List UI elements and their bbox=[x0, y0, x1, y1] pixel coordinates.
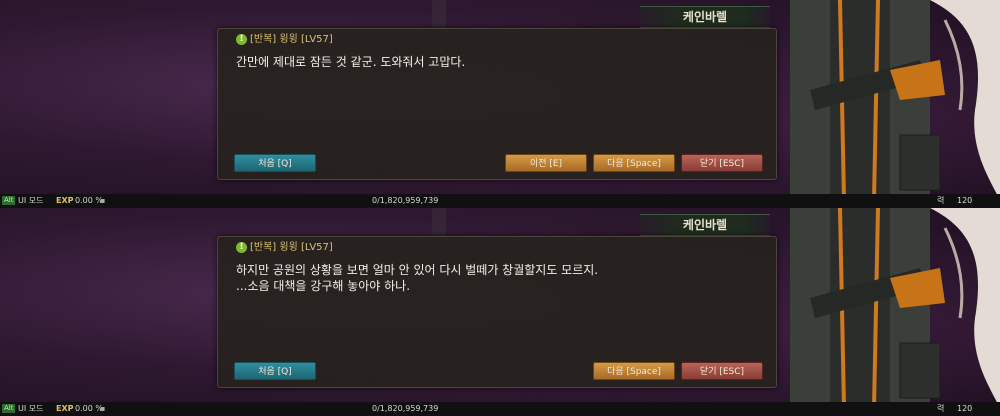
exp-label: EXP bbox=[56, 404, 74, 413]
prev-button[interactable]: 이전 [E] bbox=[505, 154, 587, 172]
close-button[interactable]: 닫기 [ESC] bbox=[681, 362, 763, 380]
stat-value: 120 bbox=[957, 404, 973, 413]
quest-label: [반복] 윙윙 [LV57] bbox=[250, 34, 333, 45]
quest-exclamation-icon: ! bbox=[236, 241, 247, 253]
dialogue-line: ...소음 대책을 강구해 놓아야 하나. bbox=[236, 279, 411, 293]
exp-total: 0/1,820,959,739 bbox=[372, 404, 439, 413]
exp-total: 0/1,820,959,739 bbox=[372, 196, 439, 205]
quest-exclamation-icon: ! bbox=[236, 33, 247, 45]
background-pole bbox=[432, 0, 446, 30]
exp-percent: 0.00 % bbox=[75, 196, 103, 205]
npc-portrait bbox=[790, 208, 1000, 408]
npc-nameplate: 케인바렐 bbox=[640, 214, 770, 236]
stat-label: 력 bbox=[937, 196, 945, 205]
first-button[interactable]: 처음 [Q] bbox=[234, 154, 316, 172]
ui-mode-label[interactable]: UI 모드 bbox=[18, 194, 43, 208]
status-bar: Alt UI 모드 EXP 0.00 % ▪ 0/1,820,959,739 력… bbox=[0, 194, 1000, 208]
exp-bar-marker-icon: ▪ bbox=[100, 196, 106, 205]
quest-label: [반복] 윙윙 [LV57] bbox=[250, 242, 333, 253]
dialogue-scene-1: 케인바렐 ! [반복] 윙윙 [LV57] 간만에 제대로 잠든 것 같군. 도와… bbox=[0, 0, 1000, 208]
alt-key-tag[interactable]: Alt bbox=[2, 196, 16, 205]
dialogue-scene-2: 케인바렐 ! [반복] 윙윙 [LV57] 하지만 공원의 상황을 보면 얼마 안… bbox=[0, 208, 1000, 416]
stat-label: 력 bbox=[937, 404, 945, 413]
close-button[interactable]: 닫기 [ESC] bbox=[681, 154, 763, 172]
status-bar: Alt UI 모드 EXP 0.00 % ▪ 0/1,820,959,739 력… bbox=[0, 402, 1000, 416]
alt-key-tag[interactable]: Alt bbox=[2, 404, 16, 413]
npc-name: 케인바렐 bbox=[682, 218, 728, 232]
npc-portrait bbox=[790, 0, 1000, 200]
dialogue-box: ! [반복] 윙윙 [LV57] 하지만 공원의 상황을 보면 얼마 안 있어 다… bbox=[217, 236, 777, 388]
quest-title: ! [반복] 윙윙 [LV57] bbox=[236, 241, 333, 255]
exp-percent: 0.00 % bbox=[75, 404, 103, 413]
quest-title: ! [반복] 윙윙 [LV57] bbox=[236, 33, 333, 47]
dialogue-line: 간만에 제대로 잠든 것 같군. 도와줘서 고맙다. bbox=[236, 55, 466, 69]
exp-bar-marker-icon: ▪ bbox=[100, 404, 106, 413]
next-button[interactable]: 다음 [Space] bbox=[593, 362, 675, 380]
ui-mode-label[interactable]: UI 모드 bbox=[18, 402, 43, 416]
dialogue-line: 하지만 공원의 상황을 보면 얼마 안 있어 다시 벌떼가 창궐할지도 모르지. bbox=[236, 263, 599, 277]
next-button[interactable]: 다음 [Space] bbox=[593, 154, 675, 172]
npc-nameplate: 케인바렐 bbox=[640, 6, 770, 28]
dialogue-box: ! [반복] 윙윙 [LV57] 간만에 제대로 잠든 것 같군. 도와줘서 고맙… bbox=[217, 28, 777, 180]
exp-label: EXP bbox=[56, 196, 74, 205]
first-button[interactable]: 처음 [Q] bbox=[234, 362, 316, 380]
background-pole bbox=[432, 208, 446, 238]
stat-value: 120 bbox=[957, 196, 973, 205]
npc-name: 케인바렐 bbox=[682, 10, 728, 24]
